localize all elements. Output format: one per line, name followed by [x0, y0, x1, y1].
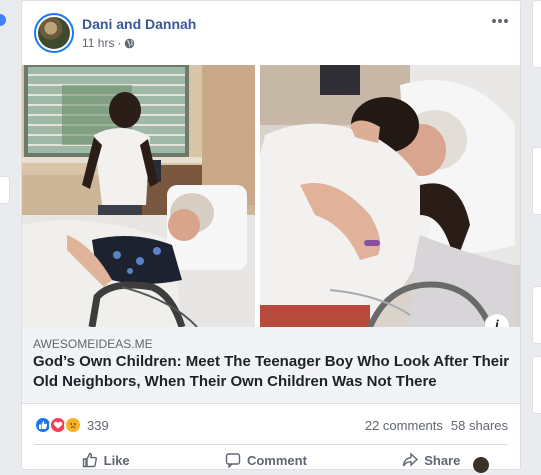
- sad-icon: [64, 416, 82, 434]
- comment-button[interactable]: Comment: [225, 452, 307, 468]
- left-card-edge: [0, 176, 10, 204]
- right-card-edge: [532, 356, 541, 414]
- right-card-edge: [532, 147, 541, 215]
- share-button[interactable]: Share: [402, 452, 460, 468]
- like-button[interactable]: Like: [82, 452, 130, 468]
- post-actions: Like Comment Share: [34, 445, 508, 475]
- thumbs-up-icon: [82, 452, 97, 468]
- post-header: Dani and Dannah 11 hrs ·: [22, 1, 520, 65]
- share-label: Share: [424, 452, 461, 468]
- engagement-counts: 22 comments 58 shares: [365, 418, 508, 433]
- feed-post: Dani and Dannah 11 hrs · i AWESOMEIDEAS.…: [21, 0, 521, 473]
- meta-separator: ·: [117, 36, 122, 50]
- dot-icon: [504, 19, 508, 23]
- link-preview-image[interactable]: i: [22, 65, 520, 339]
- link-preview[interactable]: AWESOMEIDEAS.ME God’s Own Children: Meet…: [22, 327, 520, 404]
- share-as-avatar[interactable]: [473, 457, 489, 473]
- post-meta: 11 hrs ·: [82, 36, 135, 50]
- link-domain: AWESOMEIDEAS.ME: [33, 337, 153, 351]
- comments-count[interactable]: 22 comments: [365, 418, 443, 433]
- reaction-count[interactable]: 339: [87, 418, 109, 433]
- globe-icon[interactable]: [124, 38, 135, 49]
- dot-icon: [492, 19, 496, 23]
- author-name[interactable]: Dani and Dannah: [82, 16, 196, 32]
- post-options-button[interactable]: [490, 11, 510, 31]
- shares-count[interactable]: 58 shares: [451, 418, 508, 433]
- like-label: Like: [103, 452, 130, 468]
- hospital-photo-right: [260, 65, 520, 327]
- right-card-edge: [532, 0, 541, 68]
- right-column-edge: [532, 0, 541, 462]
- right-card-edge: [532, 286, 541, 344]
- left-column-edge: [0, 0, 10, 462]
- post-stats: 339 22 comments 58 shares: [22, 404, 520, 444]
- link-title[interactable]: God’s Own Children: Meet The Teenager Bo…: [33, 352, 519, 392]
- dot-icon: [498, 19, 502, 23]
- comment-icon: [225, 453, 241, 468]
- post-timestamp[interactable]: 11 hrs: [82, 36, 114, 50]
- comment-label: Comment: [246, 452, 307, 468]
- reaction-summary[interactable]: 339: [34, 416, 109, 434]
- notification-dot: [0, 14, 6, 26]
- author-avatar[interactable]: [34, 13, 74, 53]
- hospital-photo-left: [22, 65, 255, 327]
- share-icon: [403, 452, 419, 467]
